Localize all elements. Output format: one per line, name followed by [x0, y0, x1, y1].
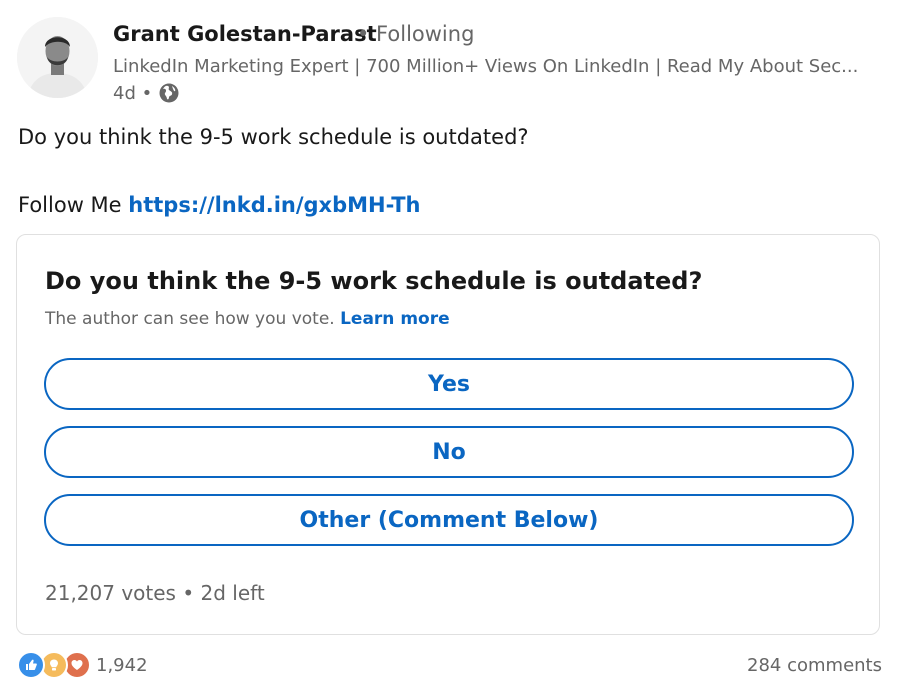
globe-icon [158, 82, 180, 104]
follow-line: Follow Me https://lnkd.in/gxbMH-Th [18, 193, 421, 217]
post-text: Do you think the 9-5 work schedule is ou… [18, 125, 529, 149]
reactions-summary[interactable]: 1,942 [17, 651, 148, 679]
following-status[interactable]: • Following [357, 22, 474, 46]
post-meta: 4d • [113, 82, 180, 104]
poll-card: Do you think the 9-5 work schedule is ou… [16, 234, 880, 635]
comments-count[interactable]: 284 comments [747, 655, 882, 676]
follow-prefix: Follow Me [18, 193, 122, 217]
poll-option-other[interactable]: Other (Comment Below) [44, 494, 854, 546]
poll-option-yes[interactable]: Yes [44, 358, 854, 410]
poll-question: Do you think the 9-5 work schedule is ou… [45, 267, 703, 295]
poll-votes: 21,207 votes [45, 581, 176, 605]
author-name[interactable]: Grant Golestan-Parast [113, 22, 377, 46]
poll-note: The author can see how you vote. Learn m… [45, 309, 450, 329]
poll-time-left: • 2d left [182, 581, 265, 605]
author-headline: LinkedIn Marketing Expert | 700 Million+… [113, 56, 859, 77]
reaction-count: 1,942 [96, 654, 148, 676]
poll-footer: 21,207 votes • 2d left [45, 581, 265, 605]
poll-option-no[interactable]: No [44, 426, 854, 478]
follow-link[interactable]: https://lnkd.in/gxbMH-Th [128, 193, 420, 217]
author-avatar[interactable] [17, 17, 98, 98]
post-time: 4d • [113, 82, 153, 104]
learn-more-link[interactable]: Learn more [340, 309, 450, 329]
like-reaction-icon [17, 651, 45, 679]
poll-privacy-note: The author can see how you vote. [45, 309, 335, 329]
avatar-image [17, 17, 98, 98]
